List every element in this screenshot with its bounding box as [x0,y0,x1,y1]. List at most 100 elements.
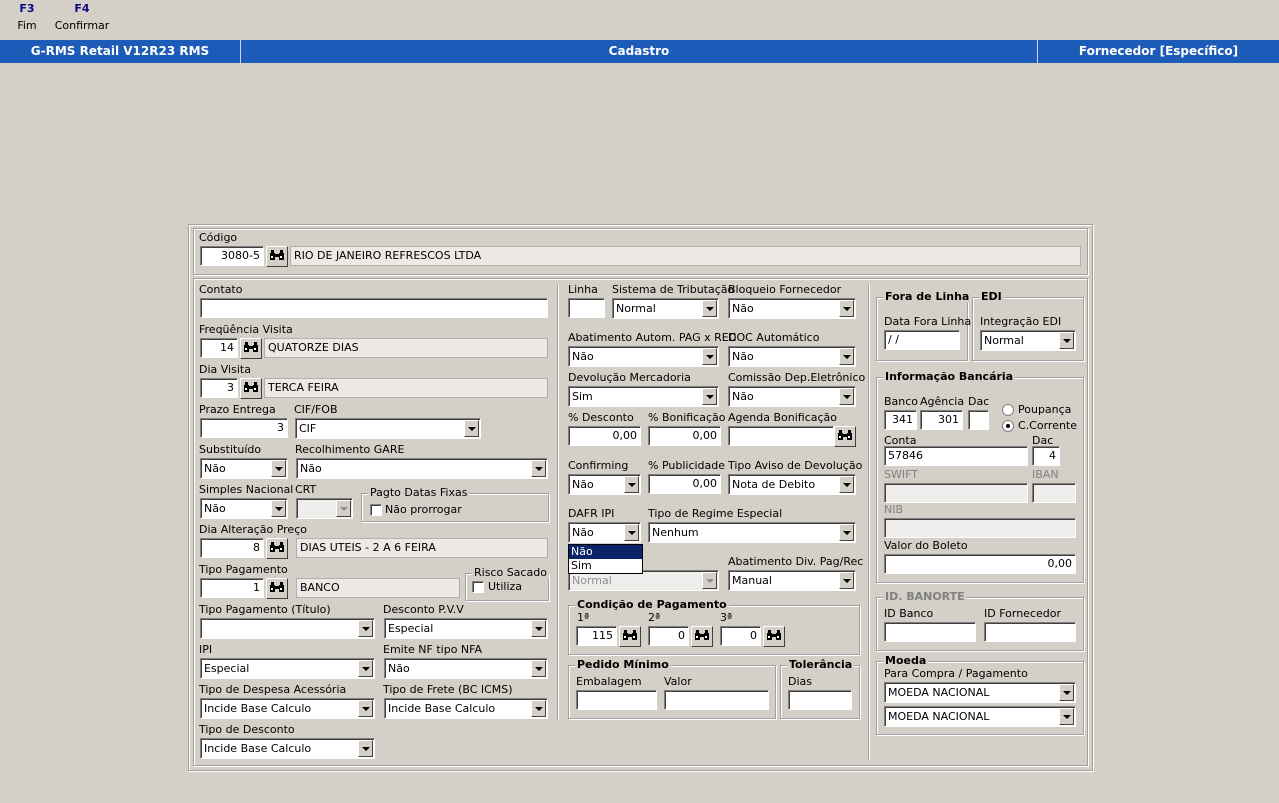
codigo-search-button[interactable] [266,246,288,267]
dac-field[interactable] [968,410,989,430]
desconto-pvv-select[interactable]: Especial [384,618,548,639]
doc-automatico-select[interactable]: Não [728,346,856,367]
swift-label: SWIFT [884,468,918,481]
abatimento-div-select[interactable]: Manual [728,570,856,591]
prazo-entrega-field[interactable]: 3 [200,418,288,438]
comissao-dep-select[interactable]: Não [728,386,856,407]
linha-field[interactable] [568,298,605,318]
para-compra-label: Para Compra / Pagamento [884,667,1028,680]
moeda-compra-select[interactable]: MOEDA NACIONAL [884,682,1076,703]
recolhimento-gare-select[interactable]: Não [296,458,548,479]
tipo-aviso-devolucao-select[interactable]: Nota de Debito [728,474,856,495]
c-corrente-radio[interactable] [1002,420,1014,432]
cond3-search-button[interactable] [763,626,785,647]
simples-nacional-select[interactable]: Não [200,498,288,519]
tipo-aviso-devolucao-label: Tipo Aviso de Devolução [728,459,863,472]
dac2-field[interactable]: 4 [1032,446,1060,466]
cond3-label: 3ª [720,611,733,624]
tipo-pagamento-titulo-select[interactable] [200,618,375,639]
screen-title: Fornecedor [Específico] [1078,44,1239,58]
tipo-pagamento-desc-field: BANCO [296,578,460,598]
bloqueio-fornecedor-label: Bloqueio Fornecedor [728,283,842,296]
tipo-frete-label: Tipo de Frete (BC ICMS) [383,683,513,696]
frequencia-search-button[interactable] [240,338,262,359]
integracao-edi-select[interactable]: Normal [980,330,1076,351]
emite-nf-label: Emite NF tipo NFA [383,643,482,656]
cond1-field[interactable]: 115 [576,626,617,646]
tipo-regime-especial-select[interactable]: Nenhum [648,522,856,543]
chevron-down-icon [358,660,373,677]
banco-field[interactable]: 341 [884,410,917,430]
utiliza-checkbox[interactable] [472,581,484,593]
sistema-tributacao-select[interactable]: Normal [612,298,719,319]
banco-label: Banco [884,395,919,408]
devolucao-mercadoria-select[interactable]: Sim [568,386,719,407]
abatimento-autom-select[interactable]: Não [568,346,719,367]
poupanca-radio[interactable] [1002,404,1014,416]
tolerancia-title: Tolerância [787,658,855,671]
chevron-down-icon [271,500,286,517]
chevron-down-icon [624,524,639,541]
f3-key-text: Fim [17,19,37,32]
iban-field[interactable] [1032,483,1076,503]
f3-fim-key[interactable]: F3 Fim [10,2,44,32]
dia-visita-search-button[interactable] [240,378,262,399]
nao-prorrogar-label: Não prorrogar [385,503,462,516]
tipo-frete-select[interactable]: Incide Base Calculo [384,698,548,719]
valor-label: Valor [664,675,692,688]
data-fora-linha-field[interactable]: / / [884,330,960,350]
cond1-search-button[interactable] [619,626,641,647]
sistema-tributacao-label: Sistema de Tributação [612,283,735,296]
chevron-down-icon [839,388,854,405]
nib-field[interactable] [884,518,1076,538]
agencia-field[interactable]: 301 [920,410,963,430]
tipo-despesa-select[interactable]: Incide Base Calculo [200,698,375,719]
cif-fob-select[interactable]: CIF [295,418,481,439]
moeda-pagamento-select[interactable]: MOEDA NACIONAL [884,706,1076,727]
valor-boleto-field[interactable]: 0,00 [884,554,1076,574]
tipo-desconto-label: Tipo de Desconto [199,723,295,736]
column-divider [868,285,869,760]
swift-field[interactable] [884,483,1028,503]
c-corrente-label: C.Corrente [1018,419,1078,432]
id-fornecedor-field[interactable] [984,622,1076,642]
percentual-desconto-field[interactable]: 0,00 [568,426,641,446]
tipo-desconto-select[interactable]: Incide Base Calculo [200,738,375,759]
substituido-select[interactable]: Não [200,458,288,479]
cond3-field[interactable]: 0 [720,626,761,646]
contato-field[interactable] [200,298,548,318]
conta-field[interactable]: 57846 [884,446,1028,466]
emite-nf-select[interactable]: Não [384,658,548,679]
embalagem-field[interactable] [576,690,657,710]
dia-visita-field[interactable]: 3 [200,378,238,398]
confirming-select[interactable]: Não [568,474,641,495]
dia-visita-label: Dia Visita [199,363,251,376]
cond2-field[interactable]: 0 [648,626,689,646]
tipo-pagamento-search-button[interactable] [266,578,288,599]
bloqueio-fornecedor-select[interactable]: Não [728,298,856,319]
f4-confirmar-key[interactable]: F4 Confirmar [54,2,110,32]
codigo-field[interactable]: 3080-5 [200,246,264,266]
valor-field[interactable] [664,690,769,710]
percentual-desconto-label: % Desconto [568,411,634,424]
dafr-option-sim[interactable]: Sim [569,559,642,573]
agenda-bonificacao-search-button[interactable] [834,426,856,447]
dia-alteracao-search-button[interactable] [266,538,288,559]
tipo-despesa-label: Tipo de Despesa Acessória [199,683,347,696]
tipo-pagamento-field[interactable]: 1 [200,578,264,598]
dafr-ipi-select[interactable]: Não [568,522,641,543]
module-title: Cadastro [608,44,670,58]
dias-field[interactable] [788,690,852,710]
ipi-select[interactable]: Especial [200,658,375,679]
nao-prorrogar-checkbox[interactable] [370,504,382,516]
dia-alteracao-preco-field[interactable]: 8 [200,538,264,558]
cond2-search-button[interactable] [691,626,713,647]
dac-label: Dac [968,395,990,408]
crt-select[interactable] [296,498,353,519]
percentual-bonificacao-field[interactable]: 0,00 [648,426,721,446]
frequencia-visita-field[interactable]: 14 [200,338,238,358]
id-banco-field[interactable] [884,622,976,642]
percentual-publicidade-field[interactable]: 0,00 [648,474,721,494]
dafr-option-nao[interactable]: Não [569,545,642,559]
agenda-bonificacao-field[interactable] [728,426,834,446]
